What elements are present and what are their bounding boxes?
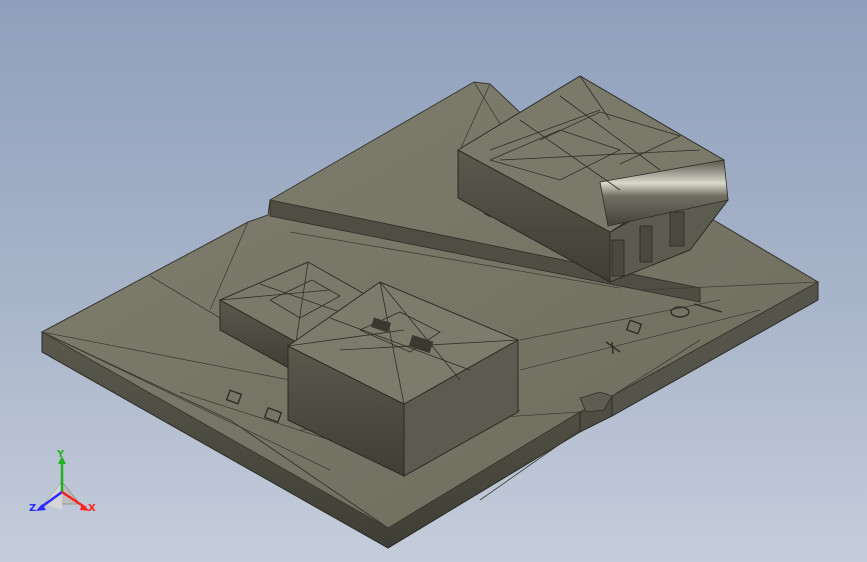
model-3d-view[interactable]: [0, 0, 867, 562]
x-axis-label: X: [88, 503, 96, 514]
z-axis-label: Z: [29, 503, 37, 514]
y-axis-label: Y: [57, 449, 65, 460]
view-triad[interactable]: Y Z X: [22, 446, 112, 526]
graphics-viewport[interactable]: Y Z X: [0, 0, 867, 562]
triad-graphic: [36, 456, 90, 511]
